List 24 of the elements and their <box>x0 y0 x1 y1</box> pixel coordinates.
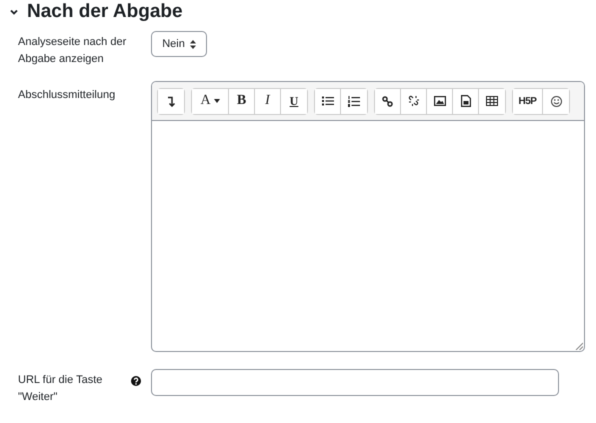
font-button[interactable]: A <box>192 88 229 114</box>
unlink-icon <box>408 95 419 107</box>
toolbar-button[interactable] <box>375 88 401 114</box>
help-icon[interactable] <box>131 376 141 386</box>
toolbar-button[interactable] <box>315 88 341 114</box>
field-label: URL für die Taste "Weiter" <box>18 373 104 405</box>
caret-icon <box>214 99 220 103</box>
url-input-field[interactable] <box>151 369 559 396</box>
media-file-icon <box>460 95 470 107</box>
chevron-icon[interactable] <box>9 7 19 17</box>
image-icon <box>434 96 446 106</box>
numbered-list-icon <box>348 96 360 106</box>
resize-grip-icon[interactable] <box>575 342 583 350</box>
table-icon <box>486 96 498 106</box>
field-label: Analyseseite nach der Abgabe anzeigen <box>18 36 126 65</box>
field-label: Abschlussmitteilung <box>18 89 116 101</box>
logo-button[interactable]: H5P <box>513 88 543 114</box>
select-dropdown[interactable]: Nein <box>151 31 207 57</box>
text-editor[interactable]: A B I U H5P <box>151 81 585 352</box>
bullet-list-icon <box>322 96 334 106</box>
smiley-icon <box>550 96 562 106</box>
section-title: Nach der Abgabe <box>27 1 183 23</box>
sort-arrows-icon <box>190 40 196 48</box>
link-icon <box>382 96 393 106</box>
